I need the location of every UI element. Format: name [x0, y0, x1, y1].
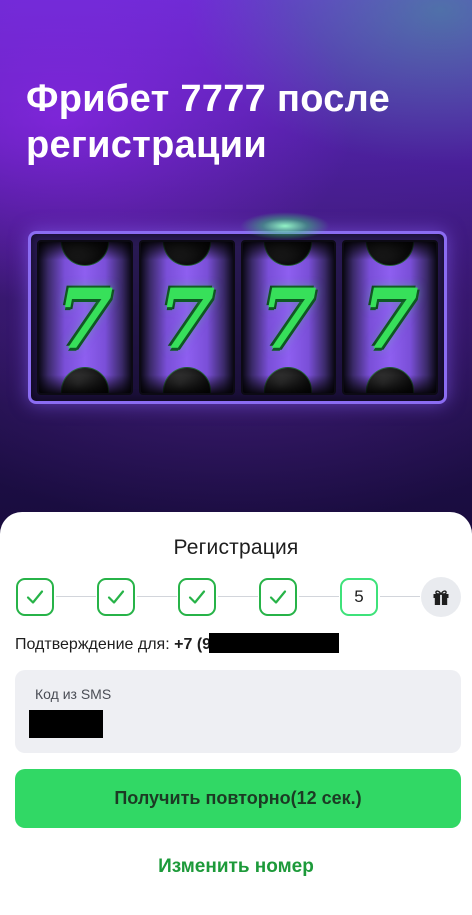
phone-number: +7 (9: [174, 636, 212, 653]
registration-title: Регистрация: [173, 536, 299, 559]
slot-symbol: 7: [259, 272, 317, 368]
check-icon: [269, 590, 287, 604]
ball-icon: [60, 367, 109, 393]
sms-code-input[interactable]: Код из SMS: [15, 670, 461, 753]
ball-icon: [60, 242, 109, 266]
ball-icon: [264, 367, 313, 393]
ball-icon: [264, 242, 313, 266]
registration-sheet: Регистрация 5 Подтверждение для: +7 (9 К…: [0, 512, 472, 915]
resend-code-button[interactable]: Получить повторно(12 сек.): [15, 769, 461, 828]
check-icon: [107, 590, 125, 604]
step-4-completed: [259, 578, 297, 616]
change-number-link[interactable]: Изменить номер: [0, 856, 472, 878]
step-1-completed: [16, 578, 54, 616]
step-connector: [299, 596, 339, 597]
step-connector: [56, 596, 96, 597]
confirmation-text: Подтверждение для: +7 (9: [15, 633, 340, 654]
sms-code-label: Код из SMS: [35, 686, 112, 702]
step-connector: [137, 596, 177, 597]
slot-reel: 7: [37, 240, 133, 395]
step-connector: [380, 596, 420, 597]
slot-reel: 7: [138, 240, 235, 395]
redacted-sms-code: [29, 710, 103, 738]
check-icon: [26, 590, 44, 604]
ball-icon: [366, 367, 415, 393]
slot-symbol: 7: [361, 272, 419, 368]
redacted-phone: [209, 633, 340, 654]
step-6-bonus: [421, 577, 461, 617]
step-2-completed: [97, 578, 135, 616]
gift-icon: [433, 590, 449, 605]
step-3-completed: [178, 578, 216, 616]
registration-stepper: 5: [16, 576, 462, 618]
step-5-current: 5: [340, 578, 378, 616]
promo-title: Фрибет 7777 после регистрации: [26, 78, 391, 166]
slot-reel: 7: [240, 240, 337, 395]
promo-banner: Фрибет 7777 после регистрации 7 7 7 7: [0, 0, 472, 540]
ball-icon: [162, 242, 211, 266]
confirmation-label: Подтверждение для:: [15, 636, 170, 653]
check-icon: [188, 590, 206, 604]
ball-icon: [162, 367, 211, 393]
slot-machine-image: 7 7 7 7: [28, 231, 447, 404]
slot-symbol: 7: [158, 272, 216, 368]
slot-symbol: 7: [56, 272, 114, 368]
slot-reel: 7: [342, 240, 438, 395]
ball-icon: [366, 242, 415, 266]
step-connector: [218, 596, 258, 597]
